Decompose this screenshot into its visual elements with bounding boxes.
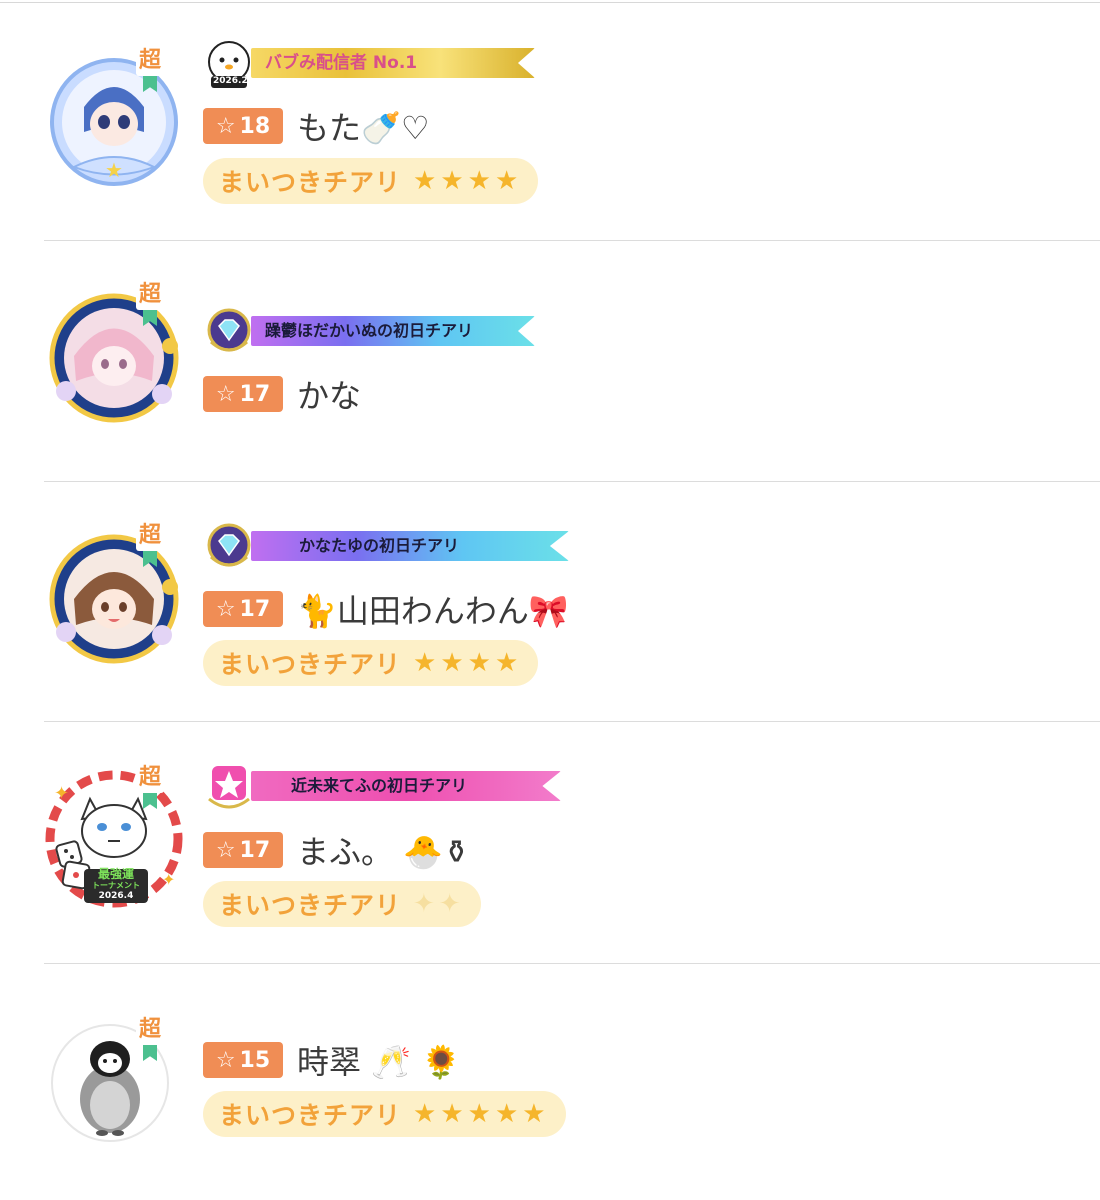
level-badge: ☆ 17 (203, 832, 283, 868)
banner-label: かなたゆの初日チアリ (251, 531, 569, 561)
svg-text:★: ★ (105, 158, 123, 182)
title-banner: かなたゆの初日チアリ (203, 521, 569, 567)
star-outline-icon: ☆ (215, 1047, 236, 1073)
cheer-stars-icon: ★★★★ (413, 166, 523, 196)
monthly-cheer-label: まいつきチアリ (219, 168, 402, 197)
super-tag-icon: 超 (136, 521, 164, 571)
avatar[interactable]: ✦ ✦ 最強運 トーナメント 2026.4 超 (44, 763, 184, 909)
tournament-badge: 最強運 トーナメント 2026.4 (92, 867, 140, 901)
diamond-emblem-icon (207, 308, 251, 352)
title-banner: 近未来てふの初日チアリ (203, 761, 561, 809)
user-name[interactable]: 🐈山田わんわん🎀 (297, 586, 569, 632)
super-tag-icon: 超 (136, 1015, 164, 1065)
level-badge: ☆ 18 (203, 108, 283, 144)
monthly-cheer-badge: まいつきチアリ ★★★★★ (203, 1091, 566, 1137)
diamond-emblem-icon (207, 523, 251, 567)
star-outline-icon: ☆ (215, 596, 236, 622)
user-name-line: ☆ 15 時翠 🥂 🌻 (203, 1037, 461, 1083)
monthly-cheer-badge: まいつきチアリ ★★★★ (203, 640, 539, 686)
avatar[interactable]: 超 (44, 280, 184, 426)
user-name[interactable]: かな (297, 371, 361, 417)
monthly-cheer-label: まいつきチアリ (219, 1101, 402, 1130)
banner-label: バブみ配信者 No.1 (251, 48, 535, 78)
row-divider (44, 963, 1100, 964)
star-emblem-icon (208, 764, 250, 809)
level-badge: ☆ 15 (203, 1042, 283, 1078)
banner-label: 躁鬱ほだかいぬの初日チアリ (251, 316, 535, 346)
super-tag-icon: 超 (136, 280, 164, 330)
user-name-line: ☆ 18 もた🍼♡ (203, 103, 430, 149)
monthly-cheer-label: まいつきチアリ (219, 891, 402, 920)
cheer-stars-icon: ★★★★★ (413, 1099, 550, 1129)
cheer-stars-icon: ★★★★ (413, 648, 523, 678)
avatar[interactable]: 超 (44, 1015, 184, 1161)
top-divider (0, 2, 1100, 3)
row-divider (44, 721, 1100, 722)
svg-text:✦: ✦ (54, 783, 69, 804)
banner-emblem-date: 2026.2 (213, 76, 248, 86)
star-outline-icon: ☆ (215, 113, 236, 139)
super-tag-icon: 超 (136, 763, 164, 813)
user-name[interactable]: まふ。 🐣⚱ (297, 827, 470, 873)
level-badge: ☆ 17 (203, 376, 283, 412)
svg-text:✦: ✦ (162, 870, 175, 889)
user-name-line: ☆ 17 かな (203, 371, 361, 417)
avatar[interactable]: ★ 超 (44, 46, 184, 192)
star-outline-icon: ☆ (215, 837, 236, 863)
avatar[interactable]: 超 (44, 521, 184, 667)
user-name[interactable]: もた🍼♡ (297, 103, 430, 149)
user-name[interactable]: 時翠 🥂 🌻 (297, 1037, 461, 1083)
cheer-stars-icon: ✦✦ (413, 889, 465, 919)
banner-label: 近未来てふの初日チアリ (251, 771, 561, 801)
super-tag-icon: 超 (136, 46, 164, 96)
title-banner: 2026.2 バブみ配信者 No.1 (203, 38, 535, 88)
star-outline-icon: ☆ (215, 381, 236, 407)
row-divider (44, 240, 1100, 241)
monthly-cheer-badge: まいつきチアリ ✦✦ (203, 881, 481, 927)
user-name-line: ☆ 17 まふ。 🐣⚱ (203, 827, 470, 873)
monthly-cheer-badge: まいつきチアリ ★★★★ (203, 158, 539, 204)
row-divider (44, 481, 1100, 482)
level-badge: ☆ 17 (203, 591, 283, 627)
user-name-line: ☆ 17 🐈山田わんわん🎀 (203, 586, 569, 632)
title-banner: 躁鬱ほだかいぬの初日チアリ (203, 306, 535, 352)
monthly-cheer-label: まいつきチアリ (219, 650, 402, 679)
